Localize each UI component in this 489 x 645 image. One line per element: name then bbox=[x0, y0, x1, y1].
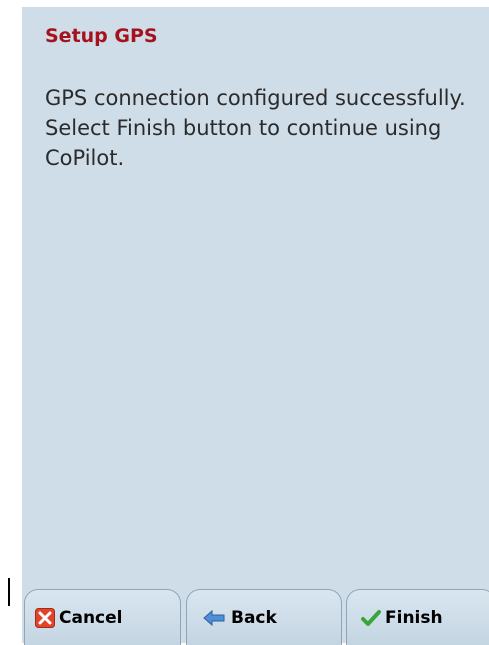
cancel-icon bbox=[35, 607, 55, 628]
button-bar: Cancel Back Finish bbox=[22, 589, 489, 645]
page-title: Setup GPS bbox=[45, 25, 158, 47]
cancel-label: Cancel bbox=[59, 607, 123, 628]
back-label: Back bbox=[231, 607, 277, 628]
setup-gps-screen: Setup GPS GPS connection configured succ… bbox=[22, 7, 489, 645]
checkmark-icon bbox=[361, 608, 381, 628]
finish-label: Finish bbox=[385, 607, 443, 628]
cancel-button[interactable]: Cancel bbox=[24, 589, 181, 645]
status-message: GPS connection configured successfully. … bbox=[45, 86, 466, 170]
text-cursor bbox=[8, 578, 10, 606]
back-button[interactable]: Back bbox=[186, 589, 342, 645]
finish-button[interactable]: Finish bbox=[346, 589, 489, 645]
back-arrow-icon bbox=[203, 608, 225, 628]
